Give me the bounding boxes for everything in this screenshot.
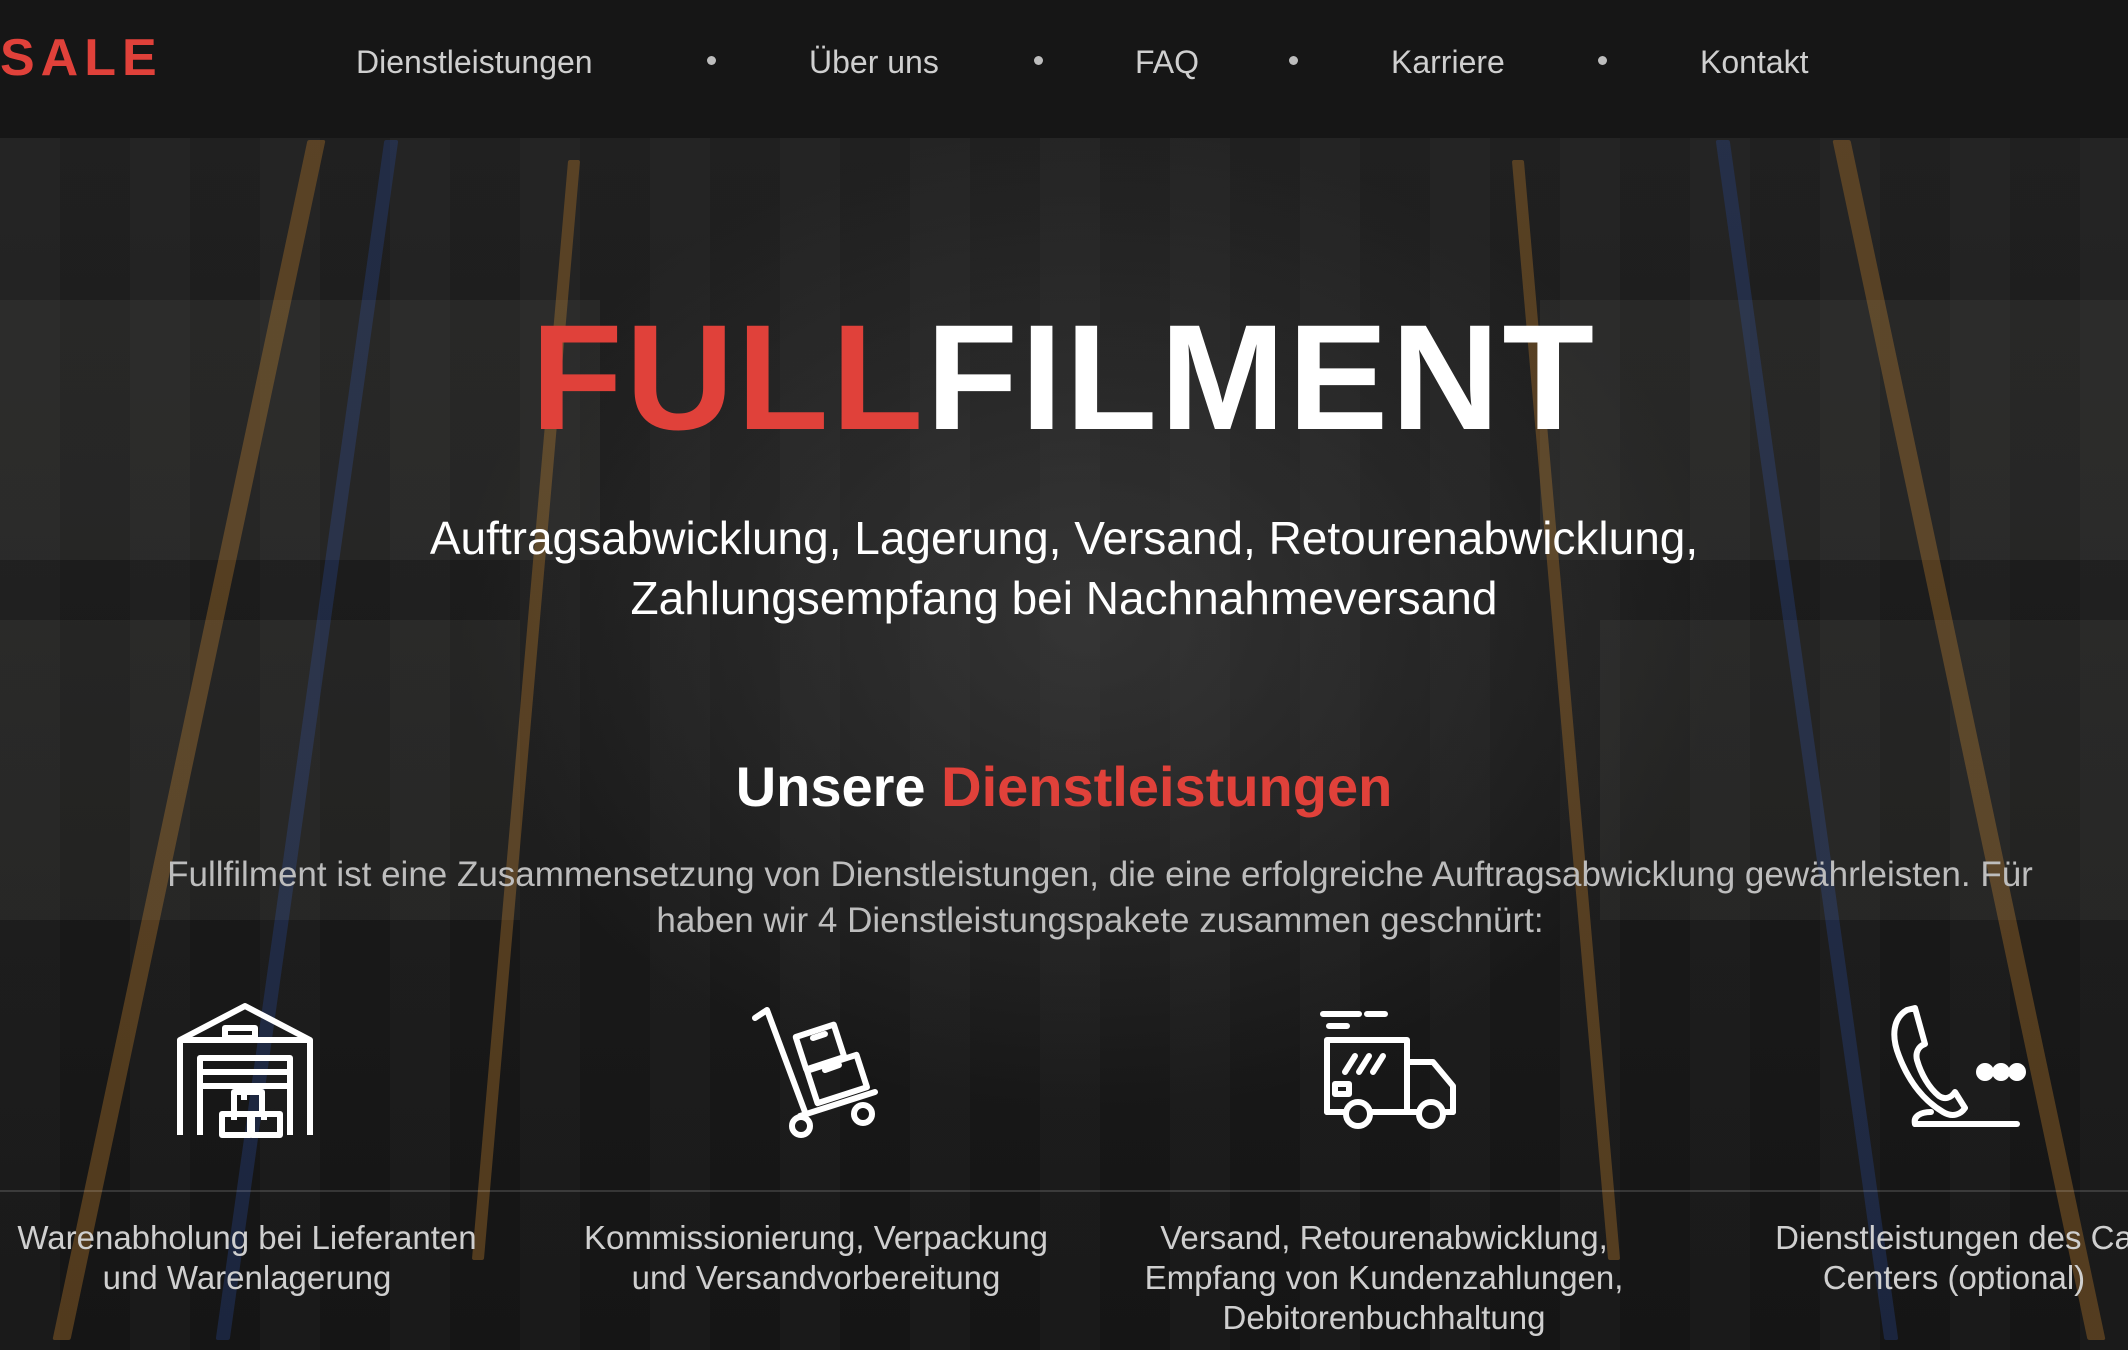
- nav-link-kontakt[interactable]: Kontakt: [1700, 38, 1809, 86]
- service-label-line: Centers (optional): [1822, 1259, 2086, 1296]
- hero-subtitle-line: Zahlungsempfang bei Nachnahmeversand: [630, 572, 1498, 624]
- service-label-2: Kommissionierung, Verpackung und Versand…: [536, 1218, 1096, 1298]
- services-description: Fullfilment ist eine Zusammensetzung von…: [0, 852, 2128, 944]
- hand-truck-icon: [745, 1000, 895, 1140]
- hero-title-white: FILMENT: [926, 293, 1598, 461]
- service-label-line: Debitorenbuchhaltung: [1222, 1299, 1546, 1336]
- brand-logo[interactable]: SALE: [0, 28, 163, 88]
- top-navbar: SALE Dienstleistungen Über uns FAQ Karri…: [0, 0, 2128, 138]
- nav-separator-dot: [707, 56, 716, 65]
- services-description-line: Fullfilment ist eine Zusammensetzung von…: [167, 855, 2033, 894]
- service-label-4: Dienstleistungen des Ca Centers (optiona…: [1674, 1218, 2128, 1298]
- warehouse-background: [0, 0, 2128, 1350]
- nav-separator-dot: [1598, 56, 1607, 65]
- warehouse-icon: [170, 1000, 320, 1140]
- hero-title-red: FULL: [530, 293, 927, 461]
- service-label-line: Dienstleistungen des Ca: [1775, 1219, 2128, 1256]
- service-label-3: Versand, Retourenabwicklung, Empfang von…: [1104, 1218, 1664, 1338]
- nav-link-ueber-uns[interactable]: Über uns: [809, 38, 939, 86]
- services-title: Unsere Dienstleistungen: [0, 752, 2128, 822]
- nav-link-karriere[interactable]: Karriere: [1391, 38, 1505, 86]
- phone-call-icon: [1885, 1000, 2035, 1140]
- service-label-line: Empfang von Kundenzahlungen,: [1144, 1259, 1624, 1296]
- service-label-line: Versand, Retourenabwicklung,: [1160, 1219, 1608, 1256]
- services-title-white: Unsere: [735, 755, 942, 818]
- delivery-truck-icon: [1315, 1000, 1465, 1140]
- services-description-line: haben wir 4 Dienstleistungspakete zusamm…: [656, 901, 1544, 940]
- nav-separator-dot: [1289, 56, 1298, 65]
- nav-separator-dot: [1034, 56, 1043, 65]
- hero-subtitle: Auftragsabwicklung, Lagerung, Versand, R…: [0, 508, 2128, 628]
- nav-link-faq[interactable]: FAQ: [1135, 38, 1199, 86]
- service-label-line: Warenabholung bei Lieferanten: [17, 1219, 477, 1256]
- nav-link-dienstleistungen[interactable]: Dienstleistungen: [356, 38, 593, 86]
- service-label-1: Warenabholung bei Lieferanten und Warenl…: [0, 1218, 527, 1298]
- service-label-line: und Versandvorbereitung: [631, 1259, 1001, 1296]
- services-title-red: Dienstleistungen: [941, 755, 1393, 818]
- section-divider: [0, 1190, 2128, 1192]
- hero-title: FULLFILMENT: [0, 292, 2128, 462]
- service-label-line: und Warenlagerung: [102, 1259, 392, 1296]
- service-label-line: Kommissionierung, Verpackung: [583, 1219, 1049, 1256]
- hero-subtitle-line: Auftragsabwicklung, Lagerung, Versand, R…: [429, 512, 1699, 564]
